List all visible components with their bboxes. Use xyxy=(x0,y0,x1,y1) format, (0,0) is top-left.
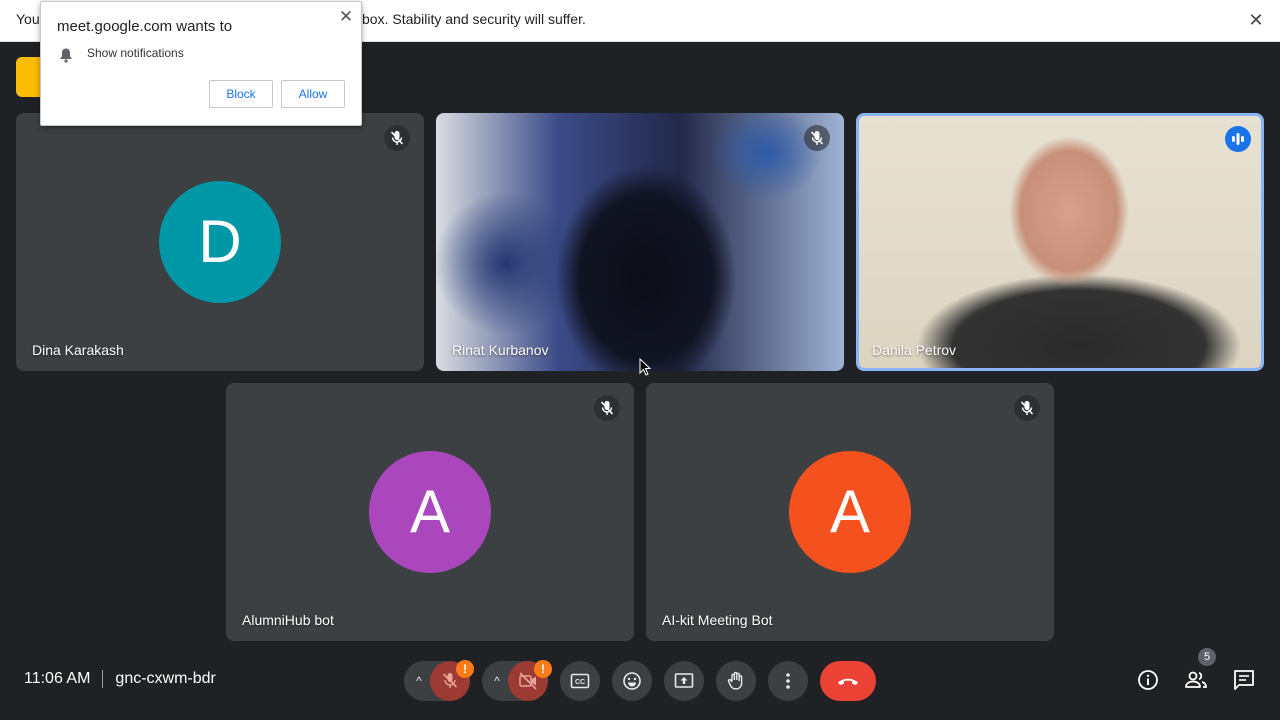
people-icon[interactable] xyxy=(1184,668,1208,692)
closed-captions-icon: CC xyxy=(570,673,590,689)
meeting-info: 11:06 AM gnc-cxwm-bdr xyxy=(24,670,216,688)
speaking-indicator-icon xyxy=(1225,126,1251,152)
raise-hand-icon xyxy=(727,671,743,690)
more-options-button[interactable] xyxy=(768,661,808,701)
avatar: A xyxy=(789,451,911,573)
popup-close-icon[interactable]: ✕ xyxy=(337,8,355,26)
participant-name: Dina Karakash xyxy=(32,342,124,358)
participant-tile[interactable]: Rinat Kurbanov xyxy=(436,113,844,371)
avatar: A xyxy=(369,451,491,573)
participant-video xyxy=(859,116,1261,368)
permission-label: Show notifications xyxy=(87,46,184,60)
participant-tile-active-speaker[interactable]: Danila Petrov xyxy=(856,113,1264,371)
more-vert-icon xyxy=(786,673,790,689)
close-icon[interactable]: ✕ xyxy=(1246,10,1266,30)
meeting-details-info-icon[interactable] xyxy=(1136,668,1160,692)
mic-off-icon xyxy=(1014,395,1040,421)
chat-icon[interactable] xyxy=(1232,668,1256,692)
leave-call-button[interactable] xyxy=(820,661,876,701)
popup-title: meet.google.com wants to xyxy=(57,18,233,35)
captions-button[interactable]: CC xyxy=(560,661,600,701)
participant-tile[interactable]: A AlumniHub bot xyxy=(226,383,634,641)
participant-video xyxy=(436,113,844,371)
audio-options-chevron-up-icon[interactable]: ^ xyxy=(406,661,432,701)
avatar: D xyxy=(159,181,281,303)
participant-tile[interactable]: D Dina Karakash xyxy=(16,113,424,371)
emoji-icon xyxy=(623,672,641,690)
present-screen-button[interactable] xyxy=(664,661,704,701)
bell-icon xyxy=(60,48,72,63)
video-options-chevron-up-icon[interactable]: ^ xyxy=(484,661,510,701)
svg-text:CC: CC xyxy=(575,679,585,686)
mic-off-icon xyxy=(804,125,830,151)
allow-button[interactable]: Allow xyxy=(281,80,345,108)
divider xyxy=(102,670,104,688)
participant-name: Rinat Kurbanov xyxy=(452,342,549,358)
mic-off-icon xyxy=(384,125,410,151)
present-screen-icon xyxy=(674,673,694,688)
notification-permission-popup: meet.google.com wants to ✕ Show notifica… xyxy=(40,1,362,126)
block-button[interactable]: Block xyxy=(209,80,273,108)
current-time: 11:06 AM xyxy=(24,670,91,688)
call-end-icon xyxy=(838,678,858,686)
mouse-cursor-icon xyxy=(639,358,651,376)
reactions-button[interactable] xyxy=(612,661,652,701)
participant-tile[interactable]: A AI-kit Meeting Bot xyxy=(646,383,1054,641)
participant-name: AlumniHub bot xyxy=(242,612,334,628)
camera-warning-badge: ! xyxy=(534,660,552,678)
participant-name: Danila Petrov xyxy=(872,342,957,358)
participant-name: AI-kit Meeting Bot xyxy=(662,612,773,628)
warning-text-start: You xyxy=(16,11,40,27)
meeting-code: gnc-cxwm-bdr xyxy=(115,670,216,688)
mic-warning-badge: ! xyxy=(456,660,474,678)
participants-count-badge: 5 xyxy=(1198,648,1216,666)
warning-text: box. Stability and security will suffer. xyxy=(362,11,586,27)
raise-hand-button[interactable] xyxy=(716,661,756,701)
mic-off-icon xyxy=(594,395,620,421)
